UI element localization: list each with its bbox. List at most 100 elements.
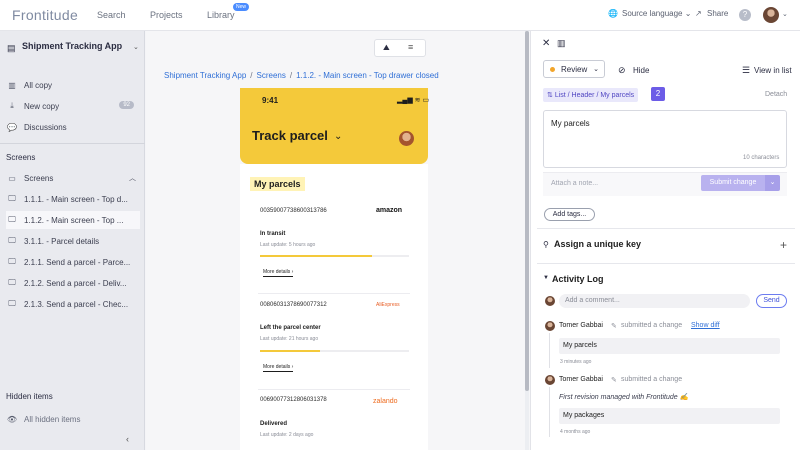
list-icon[interactable]: ☰ — [742, 65, 750, 76]
nav-projects[interactable]: Projects — [150, 10, 183, 20]
caret-down-icon[interactable]: ▼ — [543, 275, 549, 281]
hide-button[interactable]: Hide — [633, 66, 649, 75]
help-icon[interactable]: ? — [739, 9, 751, 21]
chevron-down-icon: ⌄ — [593, 66, 599, 73]
screen-title[interactable]: Track parcel — [252, 128, 328, 143]
parcel-status[interactable]: Left the parcel center — [260, 325, 321, 331]
component-path[interactable]: ⇅ List / Header / My parcels — [543, 88, 639, 102]
aliexpress-logo: AliExpress — [376, 302, 400, 308]
frontitude-logo[interactable]: Frontitude — [12, 7, 78, 23]
eye-off-icon[interactable]: ⊘ — [618, 65, 626, 76]
last-update[interactable]: Last update: 5 hours ago — [260, 242, 315, 248]
sidebar-item-discussions[interactable]: 💬 Discussions — [6, 118, 140, 136]
chevron-down-icon[interactable]: ⌄ — [133, 43, 139, 51]
inbox-icon: ⤓ — [10, 101, 14, 110]
add-icon[interactable]: + — [780, 238, 787, 252]
sidebar-item-new-copy[interactable]: ⤓ New copy 92 — [6, 97, 140, 115]
tracking-id[interactable]: 00359007738600313786 — [260, 208, 327, 214]
screen-item[interactable]: 🖵 2.1.3. Send a parcel - Chec... — [6, 295, 140, 313]
source-language-select[interactable]: Source language ⌄ — [622, 9, 691, 18]
log-time: 4 months ago — [560, 429, 591, 435]
log-action: submitted a change — [621, 322, 683, 329]
top-bar: Frontitude Search Projects Library New 🌐… — [0, 0, 800, 31]
globe-icon[interactable]: 🌐 — [608, 9, 618, 18]
chevron-down-icon: ⌄ — [334, 131, 343, 142]
timeline-line — [549, 387, 550, 437]
chevron-down-icon[interactable]: ⌄ — [782, 10, 788, 18]
sidebar-item-all-copy[interactable]: ▥ All copy — [6, 76, 140, 94]
signal-icon: ▂▄▆ ≋ ▭ — [397, 97, 430, 104]
more-details-link[interactable]: More details › — [263, 269, 294, 277]
parcel-status[interactable]: Delivered — [260, 421, 287, 427]
monitor-icon: 🖵 — [8, 215, 16, 224]
image-icon[interactable]: ⛰ — [383, 43, 390, 53]
count-badge: 92 — [119, 101, 134, 109]
chat-icon: 💬 — [7, 122, 17, 132]
breadcrumb-link[interactable]: 1.1.2. - Main screen - Top drawer closed — [296, 71, 439, 80]
tracking-id[interactable]: 00690077312806031378 — [260, 397, 327, 403]
share-icon[interactable]: ↗ — [695, 9, 702, 18]
view-in-list-button[interactable]: View in list — [754, 66, 792, 75]
log-action: submitted a change — [621, 376, 683, 383]
divider — [258, 293, 410, 294]
close-icon[interactable]: ✕ — [542, 38, 550, 49]
section-heading: Screens — [6, 153, 36, 162]
highlighted-text[interactable]: My parcels — [250, 177, 305, 191]
unique-key-heading[interactable]: Assign a unique key — [554, 239, 641, 249]
submit-change-button[interactable]: Submit change — [701, 175, 765, 191]
comment-input[interactable]: Add a comment... — [559, 294, 750, 308]
project-title[interactable]: Shipment Tracking App — [22, 41, 122, 51]
screen-item-selected[interactable]: 🖵 1.1.2. - Main screen - Top ... — [6, 211, 140, 229]
screens-group-toggle[interactable]: ▭ Screens ︿ — [6, 169, 140, 187]
tracking-id[interactable]: 00806031378690077312 — [260, 302, 327, 308]
copy-text-value[interactable]: My parcels — [551, 119, 590, 128]
share-button[interactable]: Share — [707, 9, 728, 18]
show-diff-link[interactable]: Show diff — [691, 322, 720, 329]
parcel-status[interactable]: In transit — [260, 231, 285, 237]
monitor-icon: 🖵 — [8, 278, 16, 287]
sidebar-item-hidden[interactable]: 👁 All hidden items — [6, 410, 140, 428]
screen-item[interactable]: 🖵 2.1.2. Send a parcel - Deliv... — [6, 274, 140, 292]
avatar — [545, 375, 555, 385]
app-icon: ▤ — [7, 43, 16, 53]
view-toggle[interactable]: ⛰ ≡ — [374, 39, 426, 57]
log-value: My parcels — [559, 338, 780, 354]
avatar[interactable] — [763, 7, 779, 23]
breadcrumb-link[interactable]: Screens — [257, 71, 286, 80]
breadcrumb-link[interactable]: Shipment Tracking App — [164, 71, 246, 80]
amazon-logo: amazon — [376, 207, 403, 214]
divider — [537, 263, 795, 264]
folder-icon: ▭ — [8, 173, 16, 183]
monitor-icon: 🖵 — [8, 299, 16, 308]
text-lines-icon[interactable]: ≡ — [408, 42, 413, 52]
scrollbar-thumb[interactable] — [525, 31, 529, 391]
submit-options-icon[interactable]: ⌄ — [765, 175, 780, 191]
nav-library[interactable]: Library — [207, 10, 235, 20]
path-count-badge: 2 — [651, 87, 665, 101]
add-tags-button[interactable]: Add tags... — [544, 208, 595, 221]
breadcrumb: Shipment Tracking App / Screens/1.1.2. - M… — [164, 71, 439, 80]
log-value: My packages — [559, 408, 780, 424]
screen-item[interactable]: 🖵 1.1.1. - Main screen - Top d... — [6, 190, 140, 208]
log-time: 3 minutes ago — [560, 359, 592, 365]
detach-button[interactable]: Detach — [765, 91, 787, 98]
character-count: 10 characters — [743, 155, 780, 161]
progress-bar — [260, 255, 372, 257]
activity-log-heading[interactable]: Activity Log — [552, 274, 604, 284]
status-dropdown[interactable]: Review ⌄ — [543, 60, 605, 78]
collapse-sidebar-icon[interactable]: ‹ — [126, 434, 129, 444]
more-details-link[interactable]: More details › — [263, 364, 294, 372]
screen-item[interactable]: 🖵 3.1.1. - Parcel details — [6, 232, 140, 250]
screen-item[interactable]: 🖵 2.1.1. Send a parcel - Parce... — [6, 253, 140, 271]
monitor-icon: 🖵 — [8, 236, 16, 245]
panel-toggle-icon[interactable]: ▥ — [557, 38, 566, 49]
section-heading: Hidden items — [6, 392, 53, 401]
divider — [0, 143, 145, 144]
pencil-icon: ✎ — [611, 377, 617, 384]
last-update[interactable]: Last update: 2 days ago — [260, 432, 313, 438]
nav-search[interactable]: Search — [97, 10, 126, 20]
note-input[interactable]: Attach a note... — [551, 180, 598, 187]
last-update[interactable]: Last update: 21 hours ago — [260, 336, 318, 342]
pencil-icon: ✎ — [611, 323, 617, 330]
send-button[interactable]: Send — [756, 294, 787, 308]
